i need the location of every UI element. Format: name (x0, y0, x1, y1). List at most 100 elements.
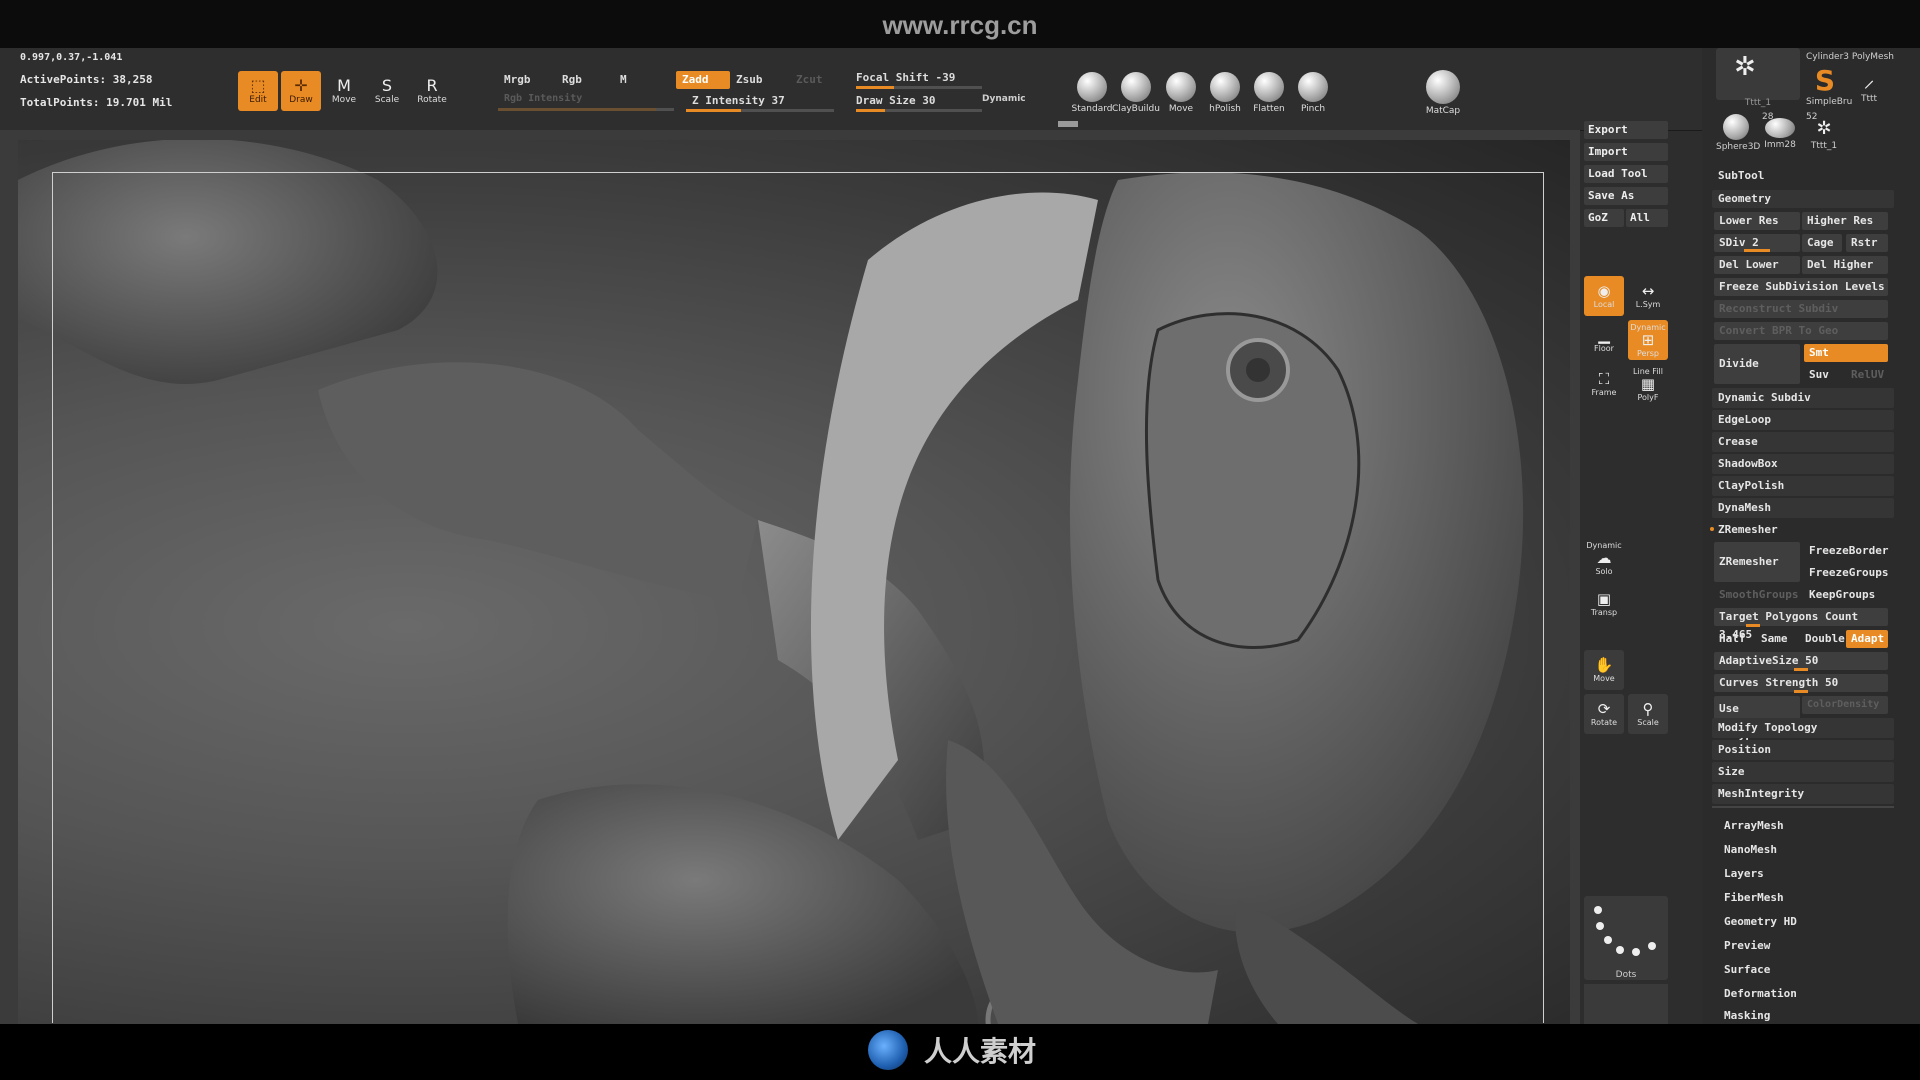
zcut-button[interactable]: Zcut (790, 71, 829, 89)
save-as-button[interactable]: Save As (1584, 187, 1668, 205)
m-button[interactable]: M (614, 71, 633, 89)
total-points: TotalPoints: 19.701 Mil (20, 96, 173, 109)
rstr-button[interactable]: Rstr (1846, 234, 1888, 252)
preview-section[interactable]: Preview (1718, 936, 1900, 956)
geometry-header[interactable]: Geometry (1712, 190, 1894, 208)
fibermesh-section[interactable]: FiberMesh (1718, 888, 1900, 908)
sphere3d-thumb[interactable]: Sphere3D (1716, 112, 1760, 156)
zremesher-button[interactable]: ZRemesher (1714, 542, 1800, 582)
polyf-button[interactable]: Line Fill ▦ PolyF (1628, 364, 1668, 404)
hpolish-brush[interactable]: hPolish (1206, 72, 1244, 114)
lower-res-button[interactable]: Lower Res (1714, 212, 1800, 230)
polyf-icon: ▦ (1640, 374, 1656, 393)
simplebrush-thumb-icon: S (1814, 64, 1836, 97)
suv-toggle[interactable]: Suv (1804, 366, 1844, 384)
double-button[interactable]: Double (1800, 630, 1845, 648)
export-button[interactable]: Export (1584, 121, 1668, 139)
smt-toggle[interactable]: Smt (1804, 344, 1888, 362)
floor-button[interactable]: ▁ Floor (1584, 320, 1624, 360)
import-button[interactable]: Import (1584, 143, 1668, 161)
focal-shift-slider[interactable] (856, 86, 982, 89)
draw-button[interactable]: ✛ Draw (281, 71, 321, 111)
color-density-slider[interactable]: ColorDensity (1802, 696, 1888, 714)
crease-section[interactable]: Crease (1712, 432, 1894, 452)
rgb-intensity-label: Rgb Intensity (504, 93, 583, 104)
shelf-scroll-handle[interactable] (1058, 121, 1078, 127)
tttt1b-thumb[interactable]: 52 ✲ Tttt_1 (1804, 112, 1844, 156)
target-polygons-slider[interactable]: Target Polygons Count 3.465 (1714, 608, 1888, 641)
imm28-thumb[interactable]: 28 Imm28 (1760, 112, 1800, 156)
freezegroups-toggle[interactable]: FreezeGroups (1804, 564, 1888, 582)
flatten-brush[interactable]: Flatten (1250, 72, 1288, 114)
claypolish-section[interactable]: ClayPolish (1712, 476, 1894, 496)
zsub-button[interactable]: Zsub (730, 71, 769, 89)
goz-button[interactable]: GoZ (1584, 209, 1624, 227)
move-view-button[interactable]: ✋ Move (1584, 650, 1624, 690)
move-brush-icon (1166, 72, 1196, 102)
zadd-button[interactable]: Zadd (676, 71, 730, 89)
frame-button[interactable]: ⛶ Frame (1584, 364, 1624, 404)
move-button[interactable]: M Move (324, 71, 364, 111)
dynamesh-section[interactable]: DynaMesh (1712, 498, 1894, 518)
dynamic-subdiv-section[interactable]: Dynamic Subdiv (1712, 388, 1894, 408)
arraymesh-section[interactable]: ArrayMesh (1718, 816, 1900, 836)
reluv-toggle[interactable]: RelUV (1846, 366, 1888, 384)
lsym-button[interactable]: ↔ L.Sym (1628, 276, 1668, 316)
z-intensity-slider[interactable] (686, 109, 834, 112)
draw-size-slider[interactable] (856, 109, 982, 112)
rgb-intensity-slider[interactable] (498, 108, 674, 111)
del-higher-button[interactable]: Del Higher (1802, 256, 1888, 274)
goz-all-button[interactable]: All (1626, 209, 1668, 227)
meshintegrity-section[interactable]: MeshIntegrity (1712, 784, 1894, 804)
tttt-thumb[interactable]: ⸝ Tttt (1850, 64, 1888, 104)
masking-section[interactable]: Masking (1718, 1008, 1900, 1024)
modify-topology-section[interactable]: Modify Topology (1712, 718, 1894, 738)
local-button[interactable]: ◉ Local (1584, 276, 1624, 316)
reconstruct-subdiv-button[interactable]: Reconstruct Subdiv (1714, 300, 1888, 318)
position-section[interactable]: Position (1712, 740, 1894, 760)
rotate-button[interactable]: R Rotate (412, 71, 452, 111)
rgb-button[interactable]: Rgb (556, 71, 588, 89)
subtool-header[interactable]: SubTool (1712, 166, 1894, 186)
tool-thumb-tttt1[interactable]: ✲ Tttt_1 (1716, 48, 1800, 108)
edit-button[interactable]: ⬚ Edit (238, 71, 278, 111)
same-button[interactable]: Same (1756, 630, 1798, 648)
transp-button[interactable]: ▣ Transp (1584, 584, 1624, 624)
scale-button[interactable]: S Scale (367, 71, 407, 111)
claybuildup-brush[interactable]: ClayBuildu (1112, 72, 1160, 114)
deformation-section[interactable]: Deformation (1718, 984, 1900, 1004)
simplebrush-thumb[interactable]: S SimpleBru (1806, 64, 1852, 107)
standard-brush[interactable]: Standard (1072, 72, 1112, 114)
stroke-dots-button[interactable]: Dots (1584, 896, 1668, 980)
keepgroups-toggle[interactable]: KeepGroups (1804, 586, 1888, 604)
shadowbox-section[interactable]: ShadowBox (1712, 454, 1894, 474)
scale-view-button[interactable]: ⚲ Scale (1628, 694, 1668, 734)
del-lower-button[interactable]: Del Lower (1714, 256, 1800, 274)
higher-res-button[interactable]: Higher Res (1802, 212, 1888, 230)
adapt-toggle[interactable]: Adapt (1846, 630, 1888, 648)
solo-button[interactable]: Dynamic ☁ Solo (1584, 538, 1624, 578)
size-section[interactable]: Size (1712, 762, 1894, 782)
persp-button[interactable]: Dynamic ⊞ Persp (1628, 320, 1668, 360)
nanomesh-section[interactable]: NanoMesh (1718, 840, 1900, 860)
half-button[interactable]: Half (1714, 630, 1754, 648)
geometry-hd-section[interactable]: Geometry HD (1718, 912, 1900, 932)
move-brush[interactable]: Move (1162, 72, 1200, 114)
smoothgroups-slider[interactable]: SmoothGroups (1714, 586, 1800, 604)
cylinder-thumb-label[interactable]: Cylinder3 PolyMesh (1806, 52, 1894, 62)
freeze-subdiv-button[interactable]: Freeze SubDivision Levels (1714, 278, 1888, 296)
zremesher-section[interactable]: ZRemesher (1712, 520, 1894, 540)
load-tool-button[interactable]: Load Tool (1584, 165, 1668, 183)
edgeloop-section[interactable]: EdgeLoop (1712, 410, 1894, 430)
surface-section[interactable]: Surface (1718, 960, 1900, 980)
freezeborder-toggle[interactable]: FreezeBorder (1804, 542, 1888, 560)
layers-section[interactable]: Layers (1718, 864, 1900, 884)
dynamic-toggle[interactable]: Dynamic (982, 94, 1026, 104)
rotate-view-button[interactable]: ⟳ Rotate (1584, 694, 1624, 734)
cage-button[interactable]: Cage (1802, 234, 1842, 252)
convert-bpr-button[interactable]: Convert BPR To Geo (1714, 322, 1888, 340)
pinch-brush[interactable]: Pinch (1294, 72, 1332, 114)
divide-button[interactable]: Divide (1714, 344, 1800, 384)
mrgb-button[interactable]: Mrgb (498, 71, 537, 89)
matcap-button[interactable]: MatCap (1424, 70, 1462, 116)
